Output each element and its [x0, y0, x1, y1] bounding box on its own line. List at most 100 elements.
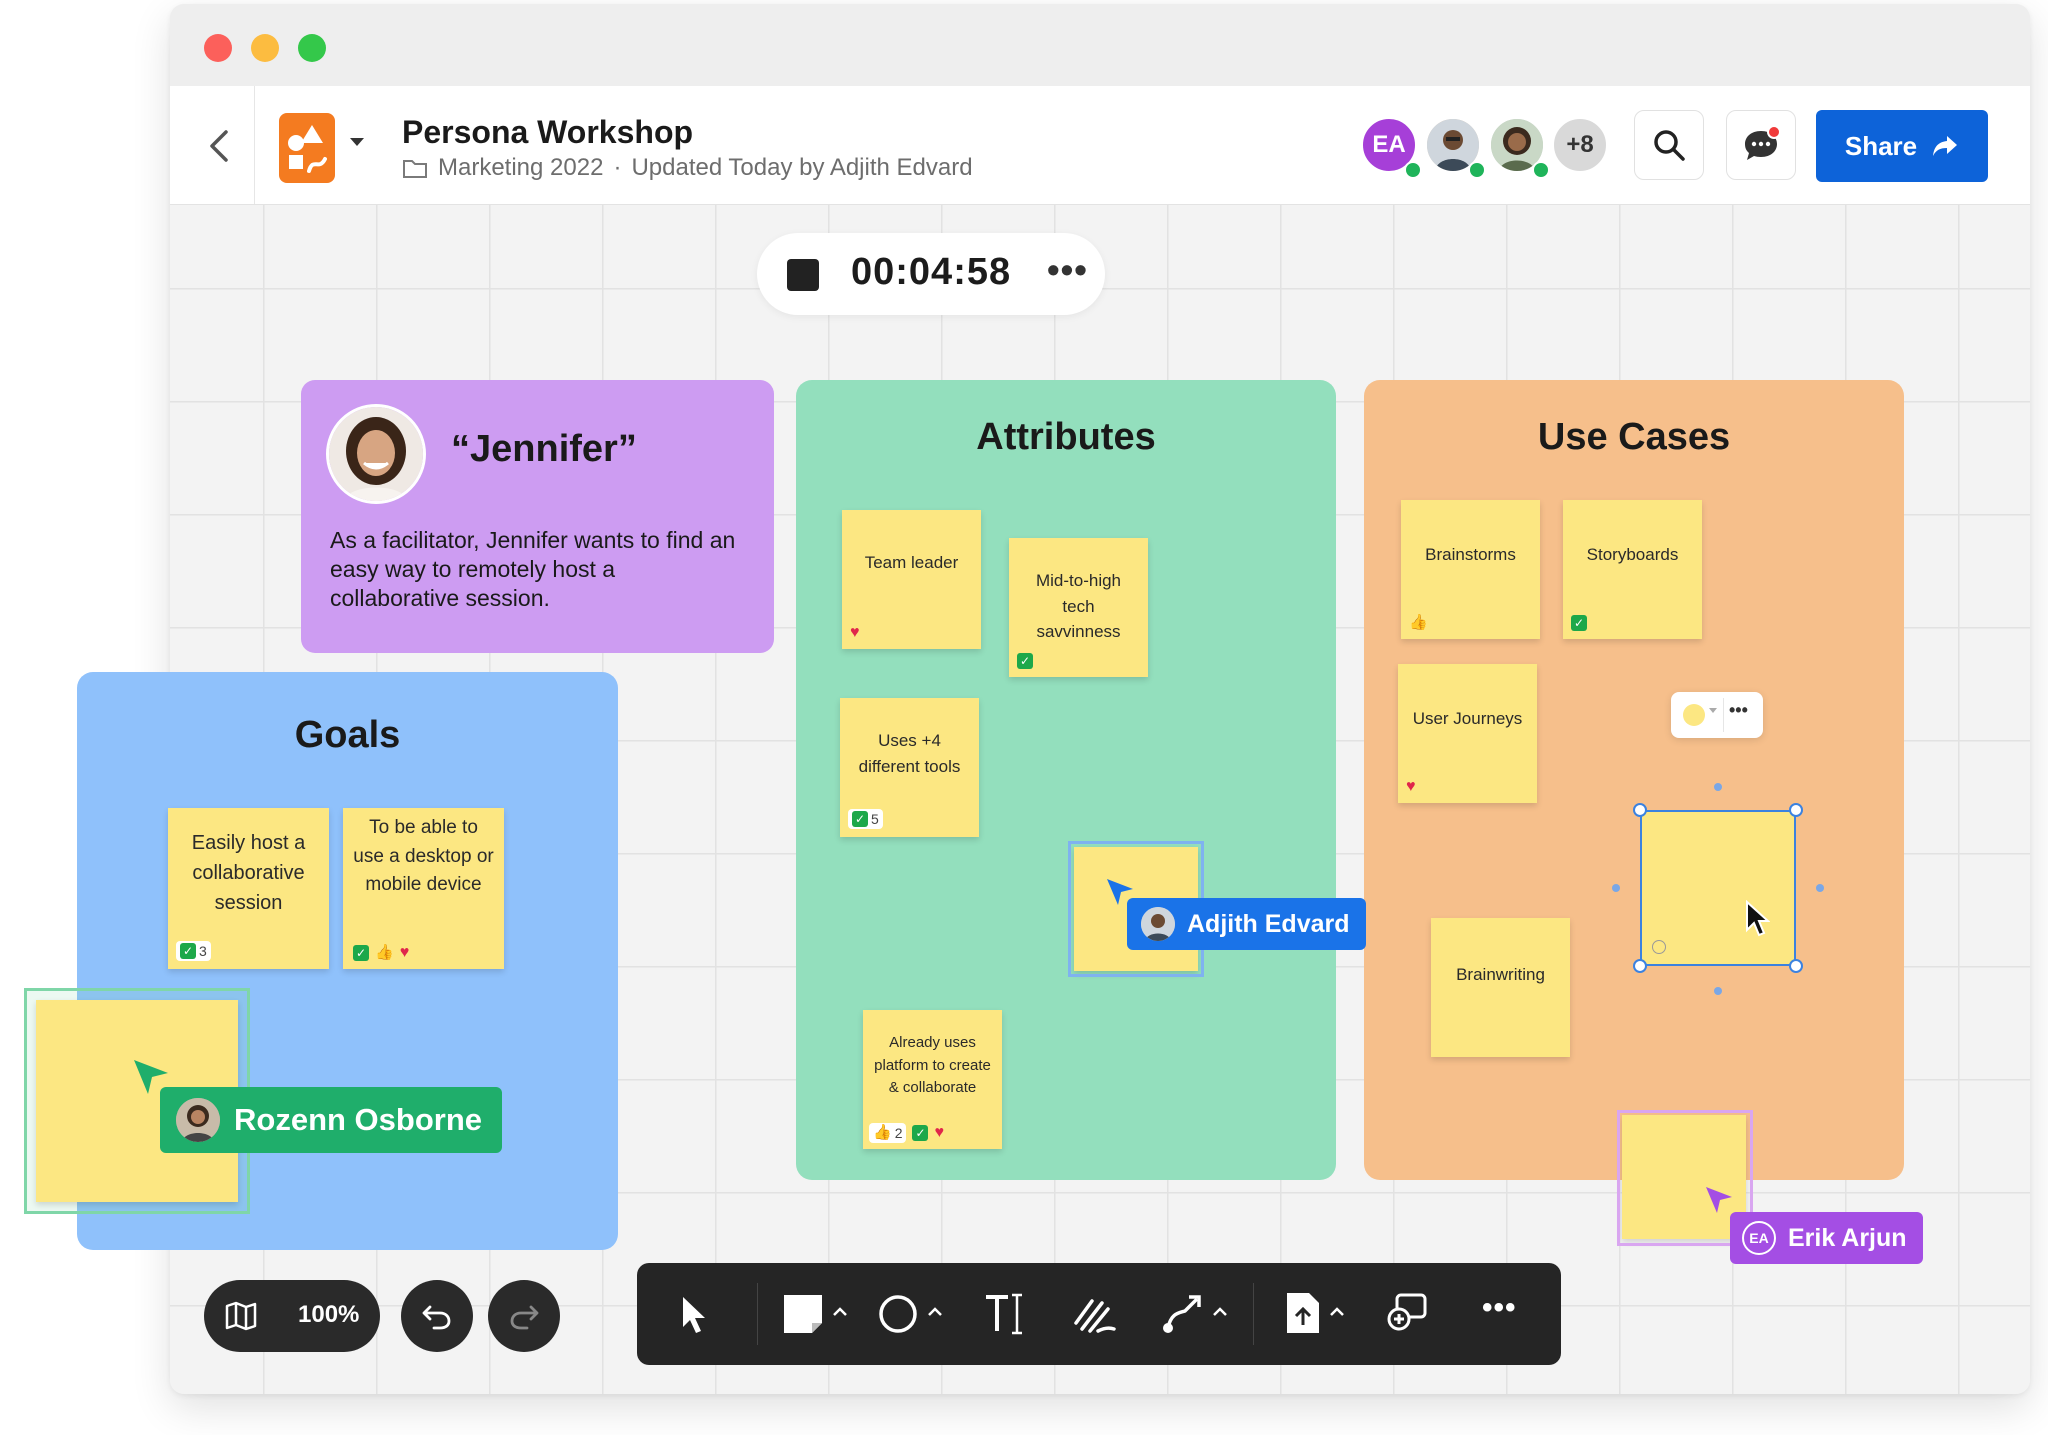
note-color-picker[interactable]: [1683, 704, 1705, 726]
heart-reaction-icon[interactable]: ♥: [400, 945, 410, 961]
thumbs-up-icon[interactable]: 👍: [1409, 615, 1428, 631]
sticky-note[interactable]: Team leader ♥: [842, 510, 981, 649]
chat-button[interactable]: [1726, 110, 1796, 180]
resize-handle[interactable]: [1789, 959, 1803, 973]
close-window-button[interactable]: [204, 34, 232, 62]
select-arrow-icon[interactable]: [679, 1295, 709, 1335]
sticky-text: Storyboards: [1586, 545, 1679, 564]
more-tools-button[interactable]: •••: [1482, 1291, 1517, 1325]
use-cases-title: Use Cases: [1537, 416, 1731, 458]
reaction-count: 3: [199, 943, 207, 959]
resize-handle[interactable]: [1633, 959, 1647, 973]
share-arrow-icon: [1933, 136, 1958, 156]
text-icon[interactable]: [982, 1291, 1026, 1337]
rozenn-cursor-label: Rozenn Osborne: [160, 1087, 503, 1153]
sticky-note[interactable]: Brainstorms 👍: [1401, 500, 1540, 639]
redo-icon: [510, 1305, 539, 1330]
map-icon[interactable]: [224, 1300, 258, 1332]
resize-handle[interactable]: [1633, 803, 1647, 817]
comment-icon[interactable]: [1385, 1291, 1429, 1335]
share-button[interactable]: Share: [1816, 110, 1988, 182]
online-indicator: [1468, 161, 1486, 179]
check-reaction-icon[interactable]: ✓: [1017, 653, 1033, 669]
sticky-note[interactable]: Already uses platform to create & collab…: [863, 1010, 1002, 1149]
reaction-count: 2: [894, 1125, 903, 1141]
upload-icon[interactable]: [1285, 1291, 1321, 1335]
document-icon[interactable]: [279, 113, 335, 183]
connector-dot[interactable]: [1612, 884, 1620, 892]
document-title[interactable]: Persona Workshop: [402, 114, 693, 151]
pen-icon[interactable]: [1072, 1293, 1118, 1335]
connector-icon[interactable]: [1161, 1291, 1205, 1335]
toolbar-divider: [1253, 1283, 1254, 1345]
sticky-note[interactable]: Storyboards ✓: [1563, 500, 1702, 639]
minimize-window-button[interactable]: [251, 34, 279, 62]
adjith-avatar: [1141, 907, 1175, 941]
subtitle-separator: ·: [613, 154, 622, 181]
persona-photo: [326, 404, 426, 504]
shape-icon[interactable]: [877, 1293, 919, 1335]
undo-icon: [422, 1305, 451, 1330]
check-reaction-icon[interactable]: ✓: [1571, 615, 1587, 631]
sticky-text: Easily host a collaborative session: [191, 832, 306, 914]
connector-dot[interactable]: [1816, 884, 1824, 892]
sticky-note[interactable]: Easily host a collaborative session ✓ 3: [168, 808, 329, 969]
zoom-level[interactable]: 100%: [298, 1301, 359, 1329]
header-divider: [254, 86, 255, 204]
check-reaction-icon: ✓: [852, 811, 868, 827]
sticky-note[interactable]: User Journeys ♥: [1398, 664, 1537, 803]
timer-more-button[interactable]: •••: [1047, 249, 1088, 291]
search-button[interactable]: [1634, 110, 1704, 180]
more-collaborators[interactable]: +8: [1551, 116, 1609, 174]
undo-button[interactable]: [401, 1280, 473, 1352]
sticky-note-icon[interactable]: [782, 1293, 824, 1335]
attributes-title: Attributes: [976, 416, 1156, 458]
chat-icon: [1745, 126, 1781, 160]
chevron-up-icon[interactable]: [927, 1307, 943, 1317]
session-timer: 00:04:58 •••: [757, 233, 1105, 315]
connector-dot[interactable]: [1714, 783, 1722, 791]
reaction-count: 5: [871, 811, 879, 827]
check-reaction-icon[interactable]: ✓: [353, 945, 369, 961]
online-indicator: [1532, 161, 1550, 179]
check-reaction-badge[interactable]: ✓ 3: [176, 941, 211, 961]
resize-handle[interactable]: [1789, 803, 1803, 817]
thumbs-up-icon[interactable]: 👍: [375, 945, 394, 961]
timer-value: 00:04:58: [851, 251, 1012, 293]
stop-timer-button[interactable]: [787, 259, 819, 291]
chevron-up-icon[interactable]: [832, 1307, 848, 1317]
tools-toolbar: •••: [637, 1263, 1561, 1365]
folder-name[interactable]: Marketing 2022: [438, 154, 603, 182]
sticky-note[interactable]: Mid-to-high tech savvinness ✓: [1009, 538, 1148, 677]
heart-reaction-icon[interactable]: ♥: [1406, 779, 1416, 795]
sticky-note[interactable]: To be able to use a desktop or mobile de…: [343, 808, 504, 969]
sticky-note[interactable]: Brainwriting: [1431, 918, 1570, 1057]
chevron-down-icon: [1709, 708, 1717, 713]
search-icon: [1654, 130, 1685, 161]
chevron-up-icon[interactable]: [1212, 1307, 1228, 1317]
chevron-up-icon[interactable]: [1329, 1307, 1345, 1317]
maximize-window-button[interactable]: [298, 34, 326, 62]
updated-text: Updated Today by Adjith Edvard: [631, 154, 973, 181]
erik-name: Erik Arjun: [1788, 1223, 1907, 1252]
add-reaction-icon[interactable]: [1652, 940, 1666, 954]
check-reaction-icon: ✓: [180, 943, 196, 959]
heart-reaction-icon[interactable]: ♥: [850, 625, 860, 641]
thumb-reaction-badge[interactable]: 👍 2: [869, 1123, 907, 1143]
sticky-note[interactable]: Uses +4 different tools ✓ 5: [840, 698, 979, 837]
heart-reaction-icon[interactable]: ♥: [934, 1125, 944, 1141]
online-indicator: [1404, 161, 1422, 179]
note-more-button[interactable]: •••: [1729, 700, 1748, 721]
redo-button[interactable]: [488, 1280, 560, 1352]
back-button[interactable]: [200, 124, 240, 168]
persona-name: “Jennifer”: [451, 428, 637, 470]
document-menu-caret[interactable]: [350, 138, 364, 146]
persona-card[interactable]: “Jennifer” As a facilitator, Jennifer wa…: [301, 380, 774, 653]
erik-avatar: EA: [1742, 1221, 1776, 1255]
sticky-text: Mid-to-high tech savvinness: [1035, 571, 1122, 641]
erik-cursor-label: EA Erik Arjun: [1730, 1212, 1923, 1264]
check-reaction-badge[interactable]: ✓ 5: [848, 809, 883, 829]
share-label: Share: [1844, 130, 1918, 161]
connector-dot[interactable]: [1714, 987, 1722, 995]
check-reaction-icon[interactable]: ✓: [912, 1125, 929, 1141]
